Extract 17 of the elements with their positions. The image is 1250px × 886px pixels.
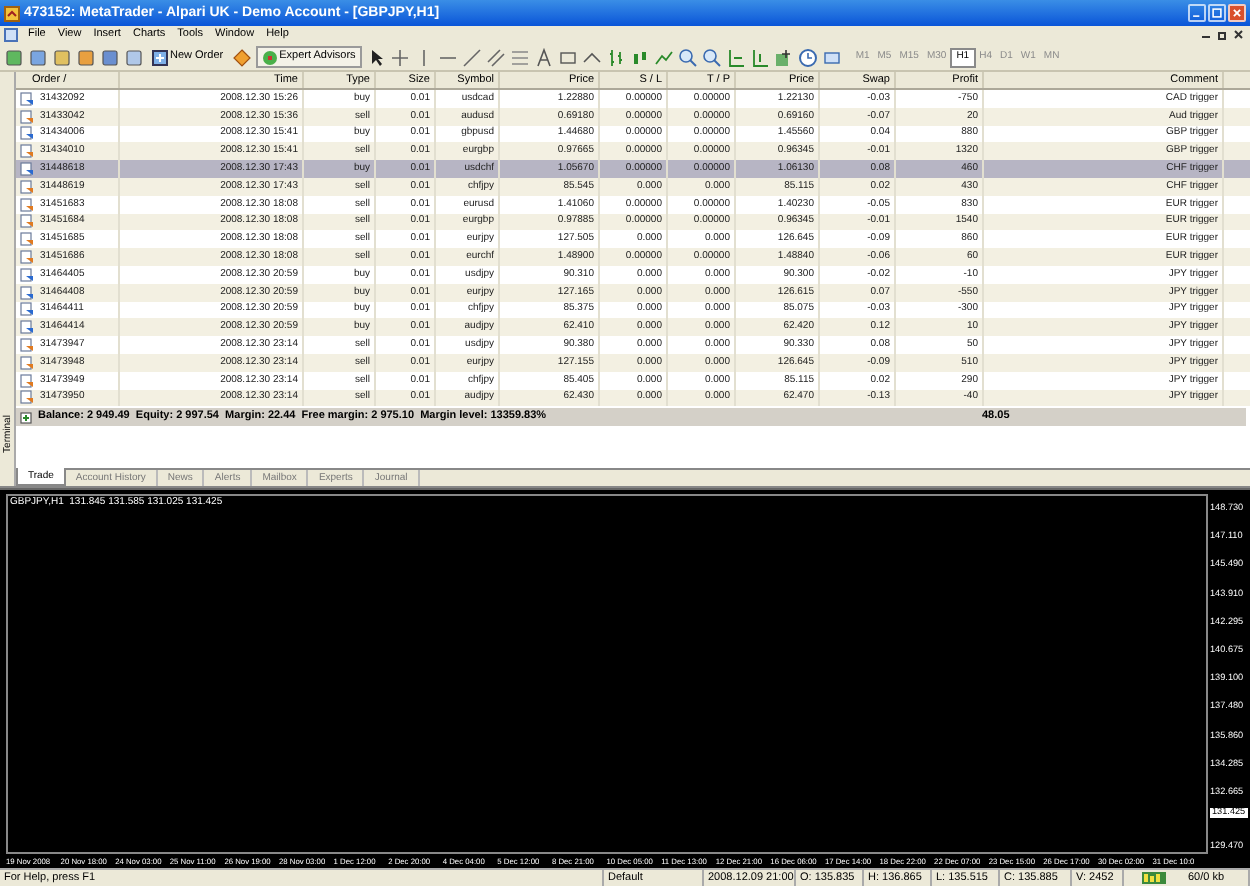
line-chart-icon[interactable]	[653, 47, 674, 67]
zoom-out-icon[interactable]	[701, 47, 722, 67]
trendline-icon[interactable]	[461, 47, 482, 67]
channel-icon[interactable]	[485, 47, 506, 67]
clock-icon[interactable]	[797, 47, 818, 67]
bar-chart-icon[interactable]	[605, 47, 626, 67]
expand-icon[interactable]	[20, 411, 32, 424]
document-icon	[4, 28, 18, 42]
candlestick-icon[interactable]	[629, 47, 650, 67]
restore-icon[interactable]	[1216, 28, 1230, 42]
zoom-in-icon[interactable]	[677, 47, 698, 67]
connection-icon	[1142, 872, 1166, 884]
plus-icon[interactable]	[152, 49, 168, 65]
text-icon[interactable]	[533, 47, 554, 67]
close-icon[interactable]	[1232, 28, 1246, 42]
expert-icon[interactable]	[261, 49, 278, 65]
app-icon	[4, 5, 20, 21]
